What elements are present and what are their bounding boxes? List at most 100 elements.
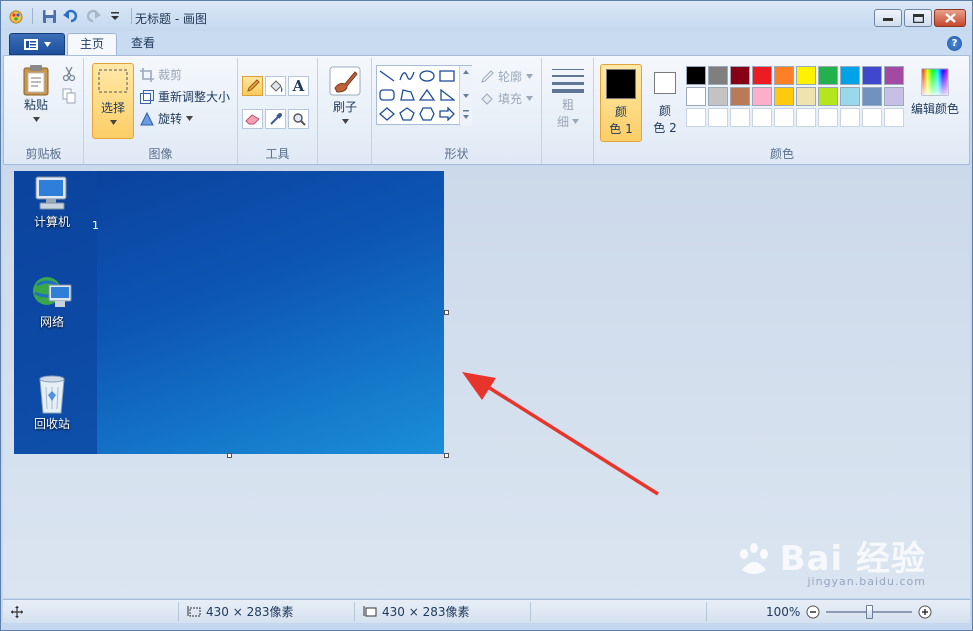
select-button[interactable]: 选择 — [92, 63, 134, 139]
rectangle-shape[interactable] — [437, 67, 457, 85]
close-button[interactable] — [934, 9, 966, 27]
save-icon[interactable] — [40, 7, 58, 25]
eraser-tool[interactable] — [242, 109, 263, 129]
custom-color-slot[interactable] — [818, 108, 838, 127]
palette-color-swatch[interactable] — [862, 66, 882, 85]
tab-view[interactable]: 查看 — [119, 33, 167, 55]
palette-color-swatch[interactable] — [708, 87, 728, 106]
palette-color-swatch[interactable] — [840, 66, 860, 85]
fill-tool[interactable] — [265, 76, 286, 96]
palette-color-swatch[interactable] — [818, 66, 838, 85]
color1-button[interactable]: 颜 色 1 — [600, 64, 642, 142]
polygon-icon — [400, 89, 415, 101]
paint-app-icon[interactable] — [7, 7, 25, 25]
palette-color-swatch[interactable] — [686, 66, 706, 85]
customize-toolbar-icon[interactable] — [106, 7, 124, 25]
color2-label-top: 颜 — [658, 104, 671, 118]
size-label-thin: 细 — [556, 115, 569, 129]
palette-color-swatch[interactable] — [752, 87, 772, 106]
palette-color-swatch[interactable] — [686, 87, 706, 106]
size-button[interactable]: 粗 细 — [550, 68, 586, 130]
tab-home[interactable]: 主页 — [67, 33, 118, 55]
desktop-icon-label: 回收站 — [33, 417, 70, 431]
custom-color-slot[interactable] — [840, 108, 860, 127]
drawing-canvas[interactable]: 计算机 1 网络 回收站 — [14, 171, 444, 454]
zoom-control: 100% — [720, 600, 970, 624]
fill-bucket-icon — [481, 92, 493, 105]
palette-color-swatch[interactable] — [818, 87, 838, 106]
triangle-shape[interactable] — [417, 86, 437, 104]
canvas-resize-handle-right[interactable] — [444, 310, 449, 315]
triangle-icon — [419, 89, 435, 101]
custom-color-slot[interactable] — [708, 108, 728, 127]
zoom-slider-thumb[interactable] — [866, 605, 874, 619]
color-picker-tool[interactable] — [265, 109, 286, 129]
hexagon-shape[interactable] — [417, 105, 437, 123]
rounded-rectangle-icon — [379, 89, 395, 101]
line-shape[interactable] — [377, 67, 397, 85]
rounded-rectangle-shape[interactable] — [377, 86, 397, 104]
custom-color-slot[interactable] — [884, 108, 904, 127]
custom-color-slot[interactable] — [752, 108, 772, 127]
undo-icon[interactable] — [62, 7, 80, 25]
palette-color-swatch[interactable] — [884, 66, 904, 85]
palette-color-swatch[interactable] — [708, 66, 728, 85]
palette-color-swatch[interactable] — [752, 66, 772, 85]
minimize-button[interactable] — [874, 9, 902, 27]
resize-button[interactable]: 重新调整大小 — [140, 88, 230, 105]
shapes-scrollbar[interactable] — [459, 66, 472, 126]
cursor-crosshair-icon — [11, 605, 23, 618]
edit-colors-button[interactable]: 编辑颜色 — [908, 68, 962, 117]
oval-shape[interactable] — [417, 67, 437, 85]
network-icon — [33, 277, 72, 307]
shapes-gallery — [376, 65, 472, 126]
palette-color-swatch[interactable] — [774, 66, 794, 85]
arrow-shape[interactable] — [437, 105, 457, 123]
zoom-out-icon[interactable] — [806, 605, 820, 619]
curve-shape[interactable] — [397, 67, 417, 85]
custom-color-slot[interactable] — [796, 108, 816, 127]
cut-button[interactable] — [62, 66, 76, 82]
brushes-button[interactable]: 刷子 — [326, 66, 364, 124]
rotate-button[interactable]: 旋转 — [140, 110, 194, 127]
pencil-icon — [246, 79, 260, 92]
palette-color-swatch[interactable] — [730, 66, 750, 85]
pentagon-shape[interactable] — [397, 105, 417, 123]
color2-button[interactable]: 颜 色 2 — [646, 64, 684, 142]
magnifier-tool[interactable] — [288, 109, 309, 129]
redo-icon[interactable] — [84, 7, 102, 25]
canvas-resize-handle-bottom[interactable] — [227, 453, 232, 458]
group-brushes: 刷子 — [318, 58, 372, 164]
red-annotation-arrow — [462, 372, 659, 496]
pencil-tool[interactable] — [242, 76, 263, 96]
right-triangle-shape[interactable] — [437, 86, 457, 104]
custom-color-slot[interactable] — [686, 108, 706, 127]
custom-color-slot[interactable] — [730, 108, 750, 127]
diamond-shape[interactable] — [377, 105, 397, 123]
select-label: 选择 — [100, 101, 125, 115]
fill-button[interactable]: 填充 — [480, 90, 534, 107]
text-tool[interactable]: A — [288, 76, 309, 96]
custom-color-slot[interactable] — [862, 108, 882, 127]
canvas-resize-handle-corner[interactable] — [444, 453, 449, 458]
paint-menu-button[interactable] — [9, 33, 65, 55]
copy-button[interactable] — [62, 88, 76, 104]
crop-button[interactable]: 裁剪 — [140, 66, 182, 83]
palette-color-swatch[interactable] — [840, 87, 860, 106]
zoom-in-icon[interactable] — [918, 605, 932, 619]
outline-button[interactable]: 轮廓 — [480, 68, 534, 85]
palette-color-swatch[interactable] — [884, 87, 904, 106]
palette-color-swatch[interactable] — [862, 87, 882, 106]
image-size: 430 × 283像素 — [355, 601, 531, 622]
help-icon[interactable]: ? — [947, 36, 962, 51]
palette-color-swatch[interactable] — [796, 87, 816, 106]
hexagon-icon — [419, 107, 435, 121]
palette-color-swatch[interactable] — [796, 66, 816, 85]
palette-color-swatch[interactable] — [730, 87, 750, 106]
paste-button[interactable]: 粘贴 — [18, 64, 54, 122]
palette-color-swatch[interactable] — [774, 87, 794, 106]
custom-color-slot[interactable] — [774, 108, 794, 127]
zoom-slider[interactable] — [826, 605, 913, 619]
polygon-shape[interactable] — [397, 86, 417, 104]
maximize-button[interactable] — [904, 9, 932, 27]
